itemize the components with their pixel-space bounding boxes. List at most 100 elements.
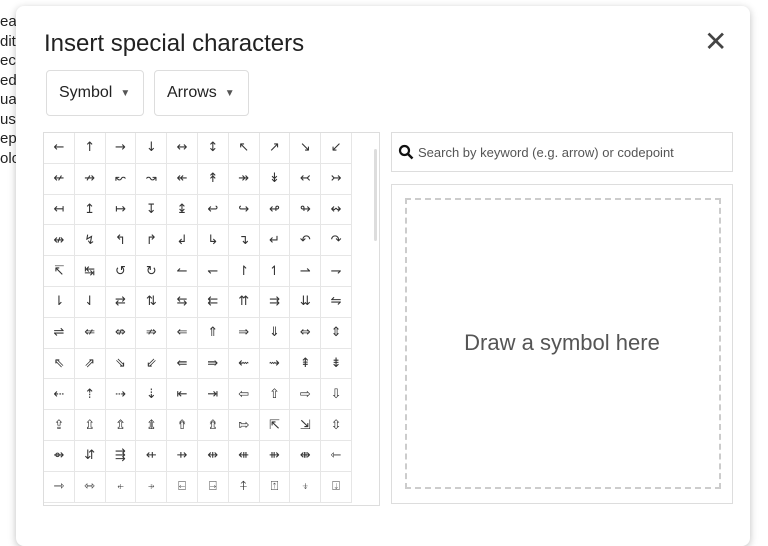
symbol-cell[interactable]: ⇒ [228,317,260,349]
symbol-cell[interactable]: ⇌ [44,317,75,349]
symbol-cell[interactable]: ⇸ [167,440,198,472]
symbol-cell[interactable]: ↵ [259,225,291,257]
symbol-cell[interactable]: ⇈ [228,286,260,318]
symbol-cell[interactable]: ↑ [74,133,106,164]
symbol-cell[interactable]: ⇢ [105,379,137,411]
symbol-cell[interactable]: ↖ [228,133,260,164]
symbol-cell[interactable]: ⇴ [44,440,75,472]
symbol-cell[interactable]: ↮ [44,225,75,257]
symbol-cell[interactable]: ↫ [259,194,291,226]
symbol-cell[interactable]: ⇡ [74,379,106,411]
symbol-cell[interactable]: ⇽ [321,440,352,472]
symbol-cell[interactable]: ⍆ [136,471,168,503]
symbol-cell[interactable]: ↥ [74,194,106,226]
symbol-cell[interactable]: ↽ [197,256,229,287]
symbol-cell[interactable]: ⇋ [321,286,352,318]
symbol-cell[interactable]: ⇅ [136,286,168,318]
symbol-cell[interactable]: ⇹ [197,440,229,472]
symbol-cell[interactable]: ⇙ [136,348,168,380]
symbol-cell[interactable]: ↕ [197,133,229,164]
symbol-cell[interactable]: ⇇ [197,286,229,318]
symbol-cell[interactable]: ↟ [197,163,229,195]
symbol-cell[interactable]: ⇾ [44,471,75,503]
symbol-cell[interactable]: ↻ [136,256,168,287]
symbol-cell[interactable]: ⇲ [290,410,322,441]
symbol-cell[interactable]: ⇀ [290,256,322,287]
symbol-cell[interactable]: ↗ [259,133,291,164]
symbol-cell[interactable]: ↸ [44,256,75,287]
symbol-cell[interactable]: ⇔ [290,317,322,349]
symbol-cell[interactable]: ⇗ [74,348,106,380]
symbol-cell[interactable]: ↪ [228,194,260,226]
symbol-cell[interactable]: ⇓ [259,317,291,349]
symbol-cell[interactable]: ⇣ [136,379,168,411]
symbol-cell[interactable]: ↿ [259,256,291,287]
symbol-cell[interactable]: ↬ [290,194,322,226]
symbol-cell[interactable]: ↳ [197,225,229,257]
symbol-cell[interactable]: ⇜ [228,348,260,380]
symbol-cell[interactable]: ↶ [290,225,322,257]
symbol-cell[interactable]: ↢ [290,163,322,195]
symbol-cell[interactable]: ↩ [197,194,229,226]
symbol-cell[interactable]: ↲ [167,225,198,257]
scrollbar[interactable] [374,149,377,241]
symbol-cell[interactable]: ⇯ [197,410,229,441]
symbol-cell[interactable]: ⇺ [228,440,260,472]
symbol-cell[interactable]: ⇍ [74,317,106,349]
symbol-cell[interactable]: ↦ [105,194,137,226]
symbol-cell[interactable]: ⇠ [44,379,75,411]
symbol-cell[interactable]: ⇆ [167,286,198,318]
symbol-cell[interactable]: ⍗ [321,471,352,503]
symbol-cell[interactable]: ↼ [167,256,198,287]
symbol-cell[interactable]: ↝ [136,163,168,195]
symbol-cell[interactable]: ⍏ [228,471,260,503]
symbol-cell[interactable]: ↤ [44,194,75,226]
symbol-cell[interactable]: ↱ [136,225,168,257]
symbol-cell[interactable]: ⇦ [228,379,260,411]
symbol-cell[interactable]: ↾ [228,256,260,287]
symbol-cell[interactable]: ⇰ [228,410,260,441]
symbol-cell[interactable]: ⇊ [290,286,322,318]
symbol-cell[interactable]: ↭ [321,194,352,226]
symbol-cell[interactable]: ⍐ [259,471,291,503]
symbol-cell[interactable]: ⇧ [259,379,291,411]
symbol-cell[interactable]: ⍈ [197,471,229,503]
symbol-cell[interactable]: ⍖ [290,471,322,503]
symbol-cell[interactable]: ⇖ [44,348,75,380]
symbol-cell[interactable]: ⇮ [167,410,198,441]
symbol-cell[interactable]: ⇵ [74,440,106,472]
symbol-cell[interactable]: ↞ [167,163,198,195]
symbol-cell[interactable]: ↡ [259,163,291,195]
symbol-cell[interactable]: ⇩ [321,379,352,411]
symbol-cell[interactable]: ⇉ [259,286,291,318]
symbol-cell[interactable]: ↘ [290,133,322,164]
symbol-cell[interactable]: ↠ [228,163,260,195]
draw-area[interactable]: Draw a symbol here [391,184,733,504]
symbol-cell[interactable]: ⇃ [74,286,106,318]
symbol-cell[interactable]: ⇛ [197,348,229,380]
symbol-cell[interactable]: ⇤ [167,379,198,411]
symbol-cell[interactable]: ⇐ [167,317,198,349]
symbol-cell[interactable]: ⇭ [136,410,168,441]
symbol-cell[interactable]: ⇏ [136,317,168,349]
symbol-cell[interactable]: ⇳ [321,410,352,441]
subcategory-dropdown[interactable]: Arrows ▼ [154,70,249,116]
symbol-cell[interactable]: ↜ [105,163,137,195]
symbol-cell[interactable]: ⇨ [290,379,322,411]
symbol-cell[interactable]: ⇎ [105,317,137,349]
search-input[interactable]: Search by keyword (e.g. arrow) or codepo… [391,132,733,172]
symbol-cell[interactable]: ↷ [321,225,352,257]
symbol-cell[interactable]: ⇄ [105,286,137,318]
category-dropdown[interactable]: Symbol ▼ [46,70,144,116]
symbol-cell[interactable]: → [105,133,137,164]
symbol-cell[interactable]: ⇝ [259,348,291,380]
symbol-cell[interactable]: ↯ [74,225,106,257]
symbol-cell[interactable]: ↣ [321,163,352,195]
symbol-cell[interactable]: ⍇ [167,471,198,503]
symbol-cell[interactable]: ⍅ [105,471,137,503]
symbol-cell[interactable]: ↴ [228,225,260,257]
symbol-cell[interactable]: ⇂ [44,286,75,318]
symbol-cell[interactable]: ⇞ [290,348,322,380]
symbol-cell[interactable]: ⇻ [259,440,291,472]
symbol-cell[interactable]: ↰ [105,225,137,257]
